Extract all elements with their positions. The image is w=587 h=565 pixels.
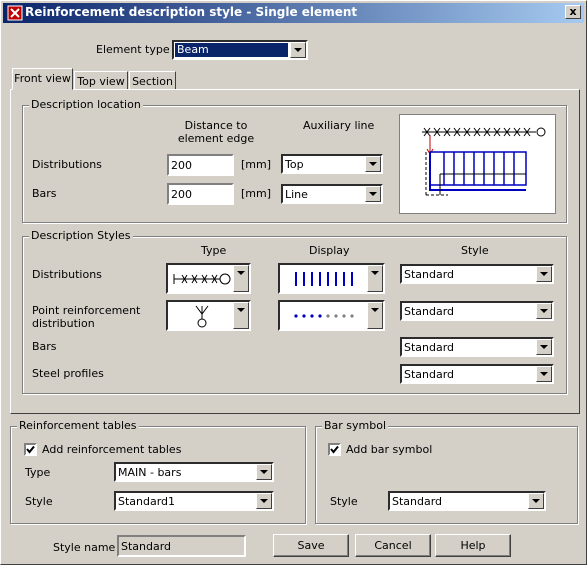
tables-type-value: MAIN - bars <box>118 466 182 479</box>
display-column-header: Display <box>309 244 350 257</box>
title-bar: Reinforcement description style - Single… <box>3 3 584 23</box>
element-type-value: Beam <box>175 43 288 57</box>
point-reinforcement-label: Point reinforcement distribution <box>32 304 141 330</box>
bars-style-select[interactable]: Standard <box>400 337 554 357</box>
style-column-header: Style <box>461 244 489 257</box>
distributions-aux-value: Top <box>285 158 304 171</box>
tables-style-label: Style <box>25 495 53 508</box>
window-title: Reinforcement description style - Single… <box>25 5 358 19</box>
point-reinforcement-style-select[interactable]: Standard <box>400 301 554 321</box>
bar-symbol-style-value: Standard <box>392 495 443 508</box>
style-name-label: Style name : <box>53 541 123 554</box>
chevron-down-icon[interactable] <box>367 302 383 329</box>
chevron-down-icon[interactable] <box>536 339 552 355</box>
point-display-dots-icon <box>294 314 354 318</box>
point-reinforcement-symbol-icon <box>195 305 209 328</box>
chevron-down-icon[interactable] <box>233 265 249 292</box>
chevron-down-icon[interactable] <box>256 493 272 509</box>
bars-style-value: Standard <box>404 341 455 354</box>
tables-style-value: Standard1 <box>118 495 176 508</box>
distributions-unit: [mm] <box>241 158 272 171</box>
close-button[interactable]: x <box>565 5 581 19</box>
distributions-display-select[interactable] <box>278 263 385 294</box>
bars-aux-select[interactable]: Line <box>281 184 383 204</box>
app-icon <box>7 5 23 21</box>
chevron-down-icon[interactable] <box>256 464 272 480</box>
tables-style-select[interactable]: Standard1 <box>114 491 274 511</box>
reinforcement-preview-drawing <box>422 127 546 196</box>
chevron-down-icon[interactable] <box>367 265 383 292</box>
tab-front-view[interactable]: Front view <box>12 68 73 90</box>
add-bar-symbol-label[interactable]: Add bar symbol <box>346 443 432 456</box>
tables-type-select[interactable]: MAIN - bars <box>114 462 274 482</box>
dialog-window: Reinforcement description style - Single… <box>0 0 587 565</box>
chevron-down-icon[interactable] <box>536 366 552 382</box>
location-preview <box>399 114 556 214</box>
chevron-down-icon[interactable] <box>233 302 249 329</box>
element-type-label: Element type : <box>96 43 177 56</box>
distribution-type-symbol-icon <box>173 273 231 285</box>
distributions-aux-select[interactable]: Top <box>281 154 383 174</box>
reinforcement-tables-title: Reinforcement tables <box>17 419 139 432</box>
point-reinforcement-display-select[interactable] <box>278 300 385 331</box>
distributions-distance-input[interactable]: 200 <box>167 154 234 176</box>
chevron-down-icon[interactable] <box>365 156 381 172</box>
bars-location-label: Bars <box>32 187 57 200</box>
tab-section[interactable]: Section <box>129 71 176 91</box>
distributions-style-label: Distributions <box>32 268 102 281</box>
bars-distance-value: 200 <box>171 188 192 201</box>
chevron-down-icon[interactable] <box>536 303 552 319</box>
add-bar-symbol-checkbox[interactable] <box>328 443 341 456</box>
bars-unit: [mm] <box>241 187 272 200</box>
steel-profiles-style-select[interactable]: Standard <box>400 364 554 384</box>
point-reinforcement-style-value: Standard <box>404 305 455 318</box>
bars-aux-value: Line <box>285 188 308 201</box>
bar-symbol-title: Bar symbol <box>322 419 389 432</box>
distance-column-header: Distance to element edge <box>177 119 255 145</box>
checkmark-icon <box>26 445 35 454</box>
bars-distance-input[interactable]: 200 <box>167 183 234 205</box>
description-styles-title: Description Styles <box>29 229 133 242</box>
distributions-type-select[interactable] <box>166 263 251 294</box>
tab-top-view[interactable]: Top view <box>74 71 128 91</box>
element-type-select[interactable]: Beam <box>172 40 308 60</box>
chevron-down-icon[interactable] <box>290 42 306 58</box>
description-location-title: Description location <box>29 98 143 111</box>
type-column-header: Type <box>201 244 227 257</box>
aux-line-column-header: Auxiliary line <box>303 119 375 132</box>
steel-profiles-label: Steel profiles <box>32 367 104 380</box>
add-reinforcement-tables-checkbox[interactable] <box>24 443 37 456</box>
add-reinforcement-tables-label[interactable]: Add reinforcement tables <box>42 443 181 456</box>
distribution-display-lines-icon <box>295 272 353 286</box>
point-reinforcement-type-select[interactable] <box>166 300 251 331</box>
distributions-style-value: Standard <box>404 268 455 281</box>
distributions-location-label: Distributions <box>32 158 102 171</box>
save-button[interactable]: Save <box>273 534 349 557</box>
chevron-down-icon[interactable] <box>528 493 544 509</box>
distributions-style-select[interactable]: Standard <box>400 264 554 284</box>
checkmark-icon <box>330 445 339 454</box>
style-name-field: Standard <box>117 535 246 557</box>
chevron-down-icon[interactable] <box>536 266 552 282</box>
cancel-button[interactable]: Cancel <box>355 534 431 557</box>
distributions-distance-value: 200 <box>171 159 192 172</box>
steel-profiles-style-value: Standard <box>404 368 455 381</box>
chevron-down-icon[interactable] <box>365 186 381 202</box>
bar-symbol-style-select[interactable]: Standard <box>388 491 546 511</box>
bar-symbol-style-label: Style <box>330 495 358 508</box>
help-button[interactable]: Help <box>435 534 511 557</box>
bars-style-label: Bars <box>32 340 57 353</box>
style-name-value: Standard <box>121 540 172 553</box>
tables-type-label: Type <box>25 466 51 479</box>
